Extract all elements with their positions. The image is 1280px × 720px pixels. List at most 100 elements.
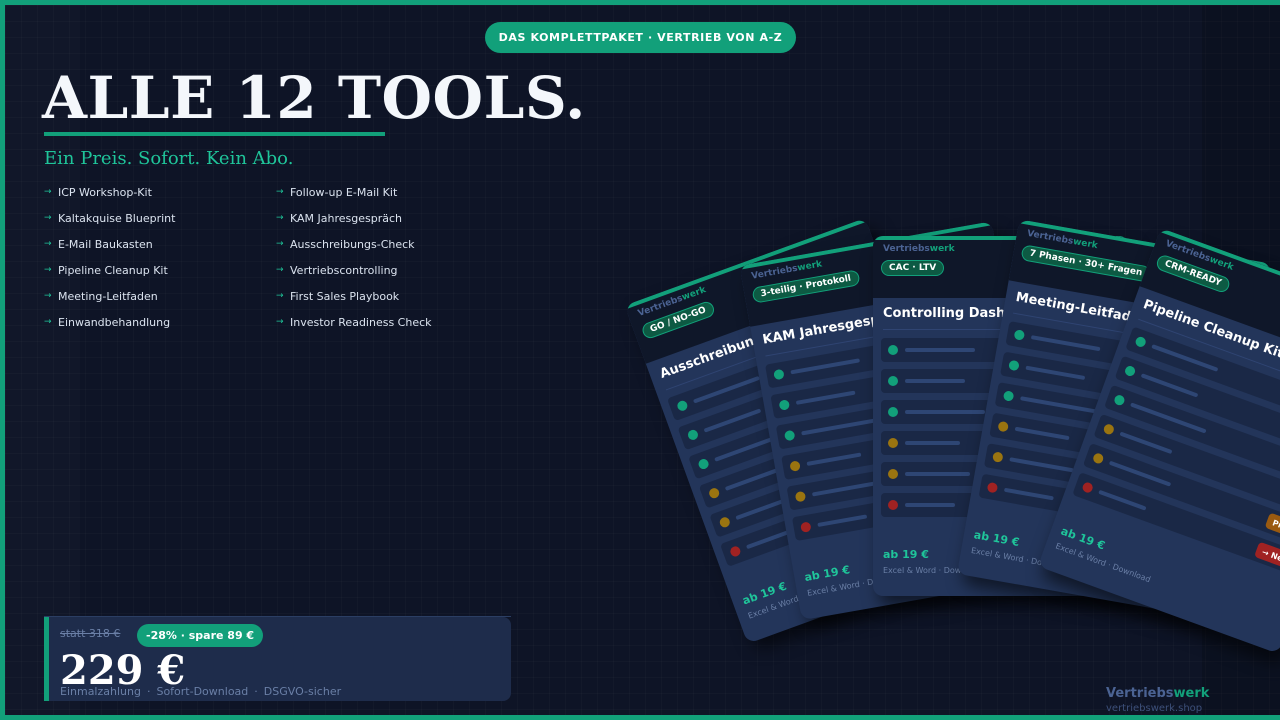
- list-item: → Investor Readiness Check: [276, 316, 432, 329]
- tool-list-right: → Follow-up E-Mail Kit → KAM Jahresgespräc…: [276, 186, 432, 342]
- placeholder-line: [811, 481, 877, 497]
- list-item: → Vertriebscontrolling: [276, 264, 398, 277]
- arrow-icon: →: [276, 317, 284, 327]
- status-dot-icon: [686, 428, 700, 442]
- placeholder-line: [806, 452, 862, 466]
- placeholder-line: [801, 417, 881, 436]
- status-dot-icon: [986, 481, 999, 494]
- status-dot-icon: [1002, 390, 1015, 402]
- placeholder-line: [817, 514, 868, 528]
- placeholder-line: [1151, 344, 1219, 372]
- arrow-icon: →: [44, 265, 52, 275]
- arrow-icon: →: [44, 213, 52, 223]
- list-item: → Kaltakquise Blueprint: [44, 212, 176, 225]
- arrow-icon: →: [44, 317, 52, 327]
- placeholder-line: [905, 441, 960, 445]
- placeholder-line: [1025, 365, 1086, 380]
- status-dot-icon: [1008, 359, 1020, 372]
- status-dot-icon: [1113, 393, 1126, 407]
- status-dot-icon: [794, 490, 807, 503]
- placeholder-line: [795, 390, 856, 405]
- status-dot-icon: [1081, 481, 1095, 494]
- placeholder-line: [905, 379, 965, 383]
- status-dot-icon: [1123, 364, 1137, 378]
- status-dot-icon: [778, 399, 791, 411]
- arrow-icon: →: [44, 239, 52, 249]
- brand-url[interactable]: vertriebswerk.shop: [1106, 703, 1202, 714]
- placeholder-line: [1098, 489, 1147, 511]
- placeholder-line: [905, 348, 975, 352]
- header-pill: DAS KOMPLETTPAKET · VERTRIEB VON A-Z: [485, 22, 796, 53]
- placeholder-line: [790, 358, 861, 375]
- list-item: → Pipeline Cleanup Kit: [44, 264, 168, 277]
- card-brand: Vertriebswerk: [883, 244, 955, 254]
- status-dot-icon: [783, 429, 796, 442]
- subtitle: Ein Preis. Sofort. Kein Abo.: [44, 148, 294, 169]
- card-tag: 7 Phasen · 30+ Fragen: [1020, 244, 1152, 283]
- status-dot-icon: [1134, 335, 1148, 349]
- price-meta: Einmalzahlung · Sofort-Download · DSGVO-sich…: [60, 685, 342, 698]
- status-dot-icon: [675, 399, 689, 413]
- placeholder-line: [1014, 426, 1070, 441]
- discount-badge: -28% · spare 89 €: [137, 624, 264, 647]
- title-underline: [44, 132, 385, 136]
- arrow-icon: →: [276, 187, 284, 197]
- placeholder-line: [1108, 460, 1172, 487]
- status-dot-icon: [888, 500, 898, 510]
- placeholder-line: [724, 468, 778, 491]
- placeholder-line: [905, 472, 970, 476]
- status-dot-icon: [800, 521, 812, 533]
- price-box[interactable]: statt 318 € -28% · spare 89 € 229 € Einm…: [44, 617, 511, 701]
- list-item: → Follow-up E-Mail Kit: [276, 186, 398, 199]
- arrow-icon: →: [44, 187, 52, 197]
- arrow-icon: →: [276, 239, 284, 249]
- list-item: → KAM Jahresgespräch: [276, 212, 403, 225]
- placeholder-line: [1009, 457, 1075, 473]
- status-dot-icon: [728, 545, 742, 558]
- list-item: → Meeting-Leitfaden: [44, 290, 158, 303]
- status-dot-icon: [888, 469, 898, 479]
- status-dot-icon: [888, 345, 898, 355]
- brand-logo: Vertriebswerk: [1106, 686, 1210, 701]
- placeholder-line: [905, 503, 955, 507]
- placeholder-line: [905, 410, 985, 414]
- arrow-icon: →: [276, 291, 284, 301]
- placeholder-line: [1119, 431, 1173, 455]
- status-badge: → Nein: [1254, 541, 1280, 571]
- list-item: → Ausschreibungs-Check: [276, 238, 415, 251]
- status-dot-icon: [1091, 452, 1105, 465]
- card-price: ab 19 €: [803, 563, 851, 585]
- status-dot-icon: [888, 407, 898, 417]
- status-dot-icon: [888, 376, 898, 386]
- status-dot-icon: [718, 515, 732, 529]
- status-dot-icon: [997, 420, 1010, 433]
- status-dot-icon: [1102, 422, 1116, 436]
- status-dot-icon: [992, 451, 1004, 463]
- status-dot-icon: [707, 486, 721, 500]
- status-dot-icon: [888, 438, 898, 448]
- placeholder-line: [1140, 373, 1199, 398]
- placeholder-line: [1003, 487, 1054, 501]
- placeholder-line: [703, 408, 762, 433]
- list-item: → Einwandbehandlung: [44, 316, 171, 329]
- page-title: ALLE 12 TOOLS.: [42, 64, 586, 132]
- placeholder-line: [1020, 396, 1100, 414]
- status-dot-icon: [697, 457, 710, 471]
- status-dot-icon: [1013, 329, 1026, 341]
- card-price: ab 19 €: [972, 528, 1021, 550]
- status-dot-icon: [773, 368, 785, 381]
- card-price: ab 19 €: [883, 548, 929, 561]
- old-price: statt 318 €: [60, 627, 121, 640]
- arrow-icon: →: [276, 265, 284, 275]
- arrow-icon: →: [276, 213, 284, 223]
- status-badge: Prüfen: [1264, 512, 1280, 542]
- list-item: → ICP Workshop-Kit: [44, 186, 152, 199]
- arrow-icon: →: [44, 291, 52, 301]
- tool-list-left: → ICP Workshop-Kit → Kaltakquise Blueprint…: [44, 186, 175, 342]
- status-dot-icon: [789, 460, 801, 472]
- placeholder-line: [1030, 335, 1101, 352]
- list-item: → E-Mail Baukasten: [44, 238, 153, 251]
- placeholder-line: [692, 375, 761, 404]
- list-item: → First Sales Playbook: [276, 290, 400, 303]
- card-tag: CAC · LTV: [881, 260, 945, 276]
